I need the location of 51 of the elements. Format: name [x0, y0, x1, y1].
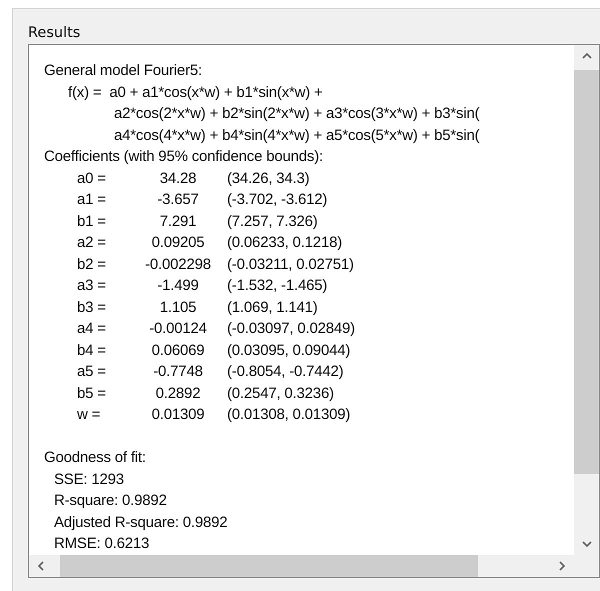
coefficient-name: b5 = — [77, 384, 107, 404]
coefficient-name: b2 = — [77, 254, 107, 274]
scroll-thumb[interactable] — [574, 70, 599, 474]
goodness-heading: Goodness of fit: — [44, 448, 146, 468]
coefficient-value: 7.291 — [158, 212, 198, 232]
formula-line: a4*cos(4*x*w) + b4*sin(4*x*w) + a5*cos(5*x*w) + b5*sin( — [114, 126, 480, 146]
goodness-stat: Adjusted R-square: 0.9892 — [54, 512, 228, 532]
confidence-bounds: (-0.03211, 0.02751) — [227, 254, 355, 274]
coefficient-name: a3 = — [77, 276, 107, 296]
coefficient-name: b3 = — [77, 298, 107, 318]
confidence-bounds: (-1.532, -1.465) — [227, 276, 328, 296]
confidence-bounds: (1.069, 1.141) — [227, 298, 319, 318]
goodness-stat: R-square: 0.9892 — [54, 491, 167, 511]
confidence-bounds: (-0.03097, 0.02849) — [227, 319, 356, 339]
coefficient-name: a2 = — [77, 233, 107, 253]
goodness-stat: RMSE: 0.6213 — [54, 534, 150, 554]
confidence-bounds: (-0.8054, -0.7442) — [227, 362, 344, 382]
formula-line: f(x) = a0 + a1*cos(x*w) + b1*sin(x*w) + — [68, 82, 324, 102]
coefficient-name: a4 = — [77, 319, 107, 339]
coefficient-value: 0.2892 — [154, 384, 202, 404]
coefficient-value: -3.657 — [156, 190, 200, 210]
formula-line: a2*cos(2*x*w) + b2*sin(2*x*w) + a3*cos(3*x*w) + b3*sin( — [114, 104, 480, 124]
coefficient-name: a5 = — [77, 362, 107, 382]
horizontal-scrollbar[interactable] — [29, 555, 574, 577]
coefficient-value: 0.01309 — [150, 405, 206, 425]
panel-title: Results — [28, 24, 80, 43]
model-name: General model Fourier5: — [44, 61, 202, 81]
coefficient-value: -0.00124 — [148, 319, 208, 339]
confidence-bounds: (7.257, 7.326) — [227, 212, 319, 232]
coefficient-value: 34.28 — [158, 168, 198, 188]
coefficient-name: a0 = — [77, 168, 107, 188]
goodness-stat: SSE: 1293 — [54, 470, 124, 490]
coefficient-value: -0.002298 — [144, 254, 212, 274]
confidence-bounds: (-3.702, -3.612) — [227, 190, 328, 210]
coefficient-value: -0.7748 — [152, 362, 204, 382]
coefficients-heading: Coefficients (with 95% confidence bounds): — [44, 147, 323, 167]
confidence-bounds: (0.03095, 0.09044) — [227, 340, 352, 360]
confidence-bounds: (0.06233, 0.1218) — [227, 233, 344, 253]
coefficient-value: -1.499 — [156, 276, 200, 296]
confidence-bounds: (0.01308, 0.01309) — [227, 405, 352, 425]
coefficient-value: 0.06069 — [150, 340, 206, 360]
vertical-scrollbar[interactable] — [574, 45, 599, 555]
confidence-bounds: (34.26, 34.3) — [227, 168, 310, 188]
coefficient-name: b1 = — [77, 212, 107, 232]
coefficient-name: w = — [77, 405, 102, 425]
scroll-thumb[interactable] — [60, 555, 478, 577]
coefficient-name: b4 = — [77, 340, 107, 360]
coefficient-name: a1 = — [77, 190, 107, 210]
coefficient-value: 1.105 — [158, 298, 198, 318]
coefficient-value: 0.09205 — [150, 233, 206, 253]
confidence-bounds: (0.2547, 0.3236) — [227, 384, 335, 404]
